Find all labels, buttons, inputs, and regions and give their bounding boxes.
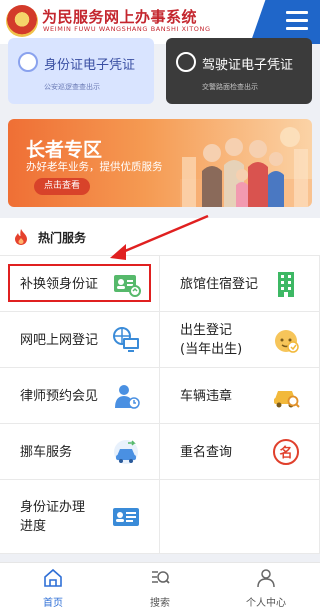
card-title: 身份证电子凭证 [44,58,136,73]
banner-subtitle: 办好老年业务，提供优质服务 [26,161,163,173]
driver-license-certificate-card[interactable]: 驾驶证电子凭证 交警路面检查出示 [166,38,312,104]
tab-label: 搜索 [150,598,170,609]
menu-icon[interactable] [286,11,308,31]
search-icon [152,571,170,584]
user-icon [257,569,275,588]
home-icon [44,568,62,587]
id-card-progress-icon [113,508,139,526]
bottom-tab-bar: 首页 搜索 个人中心 [0,562,320,612]
tab-home[interactable]: 首页 [0,563,106,612]
service-vehicle-violation[interactable]: 车辆违章 [160,368,320,424]
service-label: 出生登记 (当年出生) [180,323,243,357]
family-illustration [180,127,312,207]
service-label: 律师预约会见 [20,388,99,404]
service-label: 挪车服务 [20,444,73,460]
service-birth-registration[interactable]: 出生登记 (当年出生) [160,312,320,368]
app-title: 为民服务网上办事系统 [42,8,198,26]
service-label: 车辆违章 [180,388,233,404]
app-subtitle: WEIMIN FUWU WANGSHANG BANSHI XITONG [43,25,211,33]
steering-wheel-icon [176,52,196,72]
card-title: 驾驶证电子凭证 [202,58,294,73]
car-search-icon [274,391,300,408]
service-duplicate-name-query[interactable]: 重名查询 名 [160,424,320,480]
tab-label: 个人中心 [246,598,286,609]
baby-face-icon [275,330,299,353]
service-move-car[interactable]: 挪车服务 [0,424,160,480]
service-label: 身份证办理 进度 [20,500,86,534]
service-lawyer-appointment[interactable]: 律师预约会见 [0,368,160,424]
banner-title: 长者专区 [26,139,103,161]
police-emblem-icon [6,5,38,37]
service-internet-cafe-registration[interactable]: 网吧上网登记 [0,312,160,368]
fire-icon [15,229,27,245]
tab-search[interactable]: 搜索 [107,563,213,612]
tab-label: 首页 [43,598,63,609]
app-root: 为民服务网上办事系统 WEIMIN FUWU WANGSHANG BANSHI … [0,0,320,612]
lawyer-clock-icon [115,385,140,409]
service-id-card-progress[interactable]: 身份证办理 进度 [0,480,160,554]
banner-view-button[interactable]: 点击查看 [34,178,90,195]
senior-zone-banner[interactable]: 长者专区 办好老年业务，提供优质服务 点击查看 [8,119,312,207]
car-move-icon [114,440,138,464]
name-tag-icon: 名 [273,439,299,465]
card-subtitle: 交警路面检查出示 [202,83,258,91]
id-card-certificate-card[interactable]: 身份证电子凭证 公安巡逻查查出示 [8,38,154,104]
section-title: 热门服务 [38,231,87,245]
service-label: 重名查询 [180,444,233,460]
service-label: 网吧上网登记 [20,332,99,348]
annotation-arrow [110,214,209,260]
shield-icon [18,52,38,72]
card-subtitle: 公安巡逻查查出示 [44,83,100,91]
svg-text:名: 名 [279,445,292,461]
tab-profile[interactable]: 个人中心 [213,563,319,612]
computer-globe-icon [113,327,139,352]
service-empty-cell [160,480,320,554]
hotel-building-icon [278,272,294,297]
